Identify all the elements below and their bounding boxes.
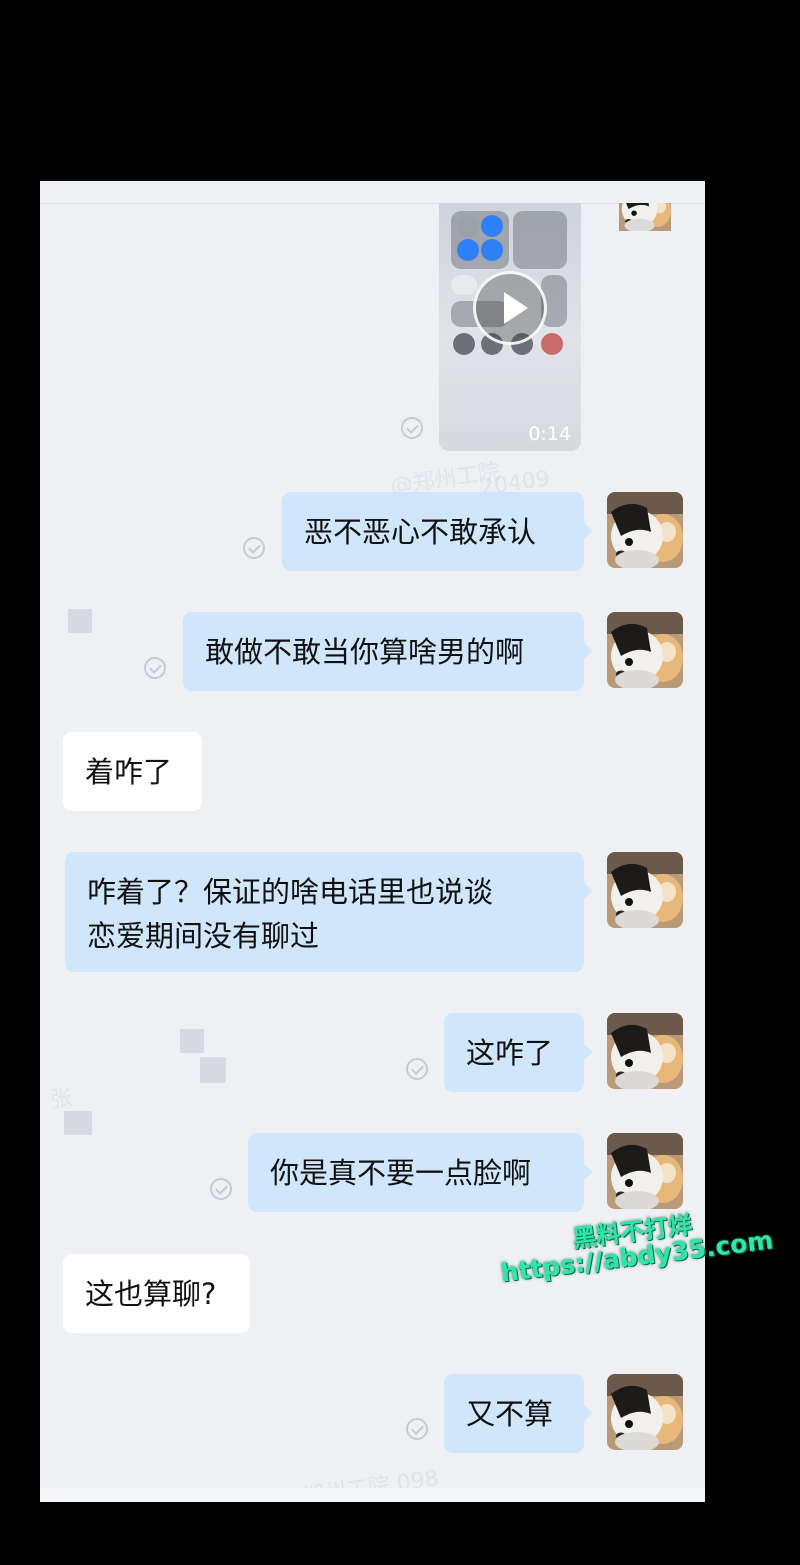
message-text: 这咋了: [466, 1035, 554, 1070]
cellular-icon: [481, 215, 503, 237]
message-bubble[interactable]: 这咋了: [444, 1013, 584, 1092]
avatar[interactable]: [607, 852, 683, 928]
bubble-tail: [584, 1044, 593, 1060]
message-bubble[interactable]: 敢做不敢当你算啥男的啊: [183, 612, 584, 691]
mosaic: [180, 1029, 204, 1053]
message-text: 着咋了: [85, 754, 173, 789]
avatar[interactable]: [607, 1013, 683, 1089]
message-bubble[interactable]: 咋着了？保证的啥电话里也说谈 恋爱期间没有聊过: [65, 852, 584, 972]
bluetooth-icon: [481, 239, 503, 261]
play-icon[interactable]: [473, 271, 547, 345]
bubble-tail: [584, 1164, 593, 1180]
message-text: 敢做不敢当你算啥男的啊: [205, 634, 525, 669]
read-receipt-icon: [401, 417, 423, 439]
read-receipt-icon: [243, 537, 265, 559]
message-text-line-2: 恋爱期间没有聊过: [87, 919, 320, 953]
record-tile: [451, 275, 477, 295]
avatar[interactable]: [607, 1374, 683, 1450]
read-receipt-icon: [144, 657, 166, 679]
chat-screen: @郑州工院 20409 张 @郑州工院 098 09 0:14 恶不恶心不敢承认…: [40, 181, 705, 1502]
message-text: 你是真不要一点脸啊: [270, 1155, 532, 1190]
avatar[interactable]: [607, 1133, 683, 1209]
bottom-bar: [40, 1488, 705, 1502]
watermark: 张: [48, 1085, 74, 1114]
message-bubble[interactable]: 你是真不要一点脸啊: [248, 1133, 584, 1212]
message-text: 恶不恶心不敢承认: [304, 514, 537, 549]
message-bubble[interactable]: 又不算: [444, 1374, 584, 1453]
video-message[interactable]: 0:14: [439, 203, 581, 451]
bubble-tail: [584, 883, 593, 899]
avatar[interactable]: [607, 492, 683, 568]
wifi-icon: [457, 239, 479, 261]
bubble-tail: [584, 643, 593, 659]
video-duration: 0:14: [528, 423, 571, 445]
message-bubble[interactable]: 着咋了: [63, 732, 202, 811]
message-text-line-1: 咋着了？保证的啥电话里也说谈: [87, 875, 494, 909]
mosaic: [68, 609, 92, 633]
media-tile: [513, 211, 567, 269]
avatar[interactable]: [607, 612, 683, 688]
bubble-tail: [584, 523, 593, 539]
flashlight-icon: [453, 333, 475, 355]
avatar[interactable]: [607, 203, 683, 255]
mosaic: [64, 1111, 92, 1135]
read-receipt-icon: [210, 1178, 232, 1200]
message-bubble[interactable]: 恶不恶心不敢承认: [282, 492, 584, 571]
bubble-tail: [584, 1405, 593, 1421]
camera-icon: [541, 333, 563, 355]
read-receipt-icon: [406, 1418, 428, 1440]
read-receipt-icon: [406, 1058, 428, 1080]
message-text: 又不算: [466, 1396, 554, 1431]
message-text: 这也算聊?: [85, 1276, 217, 1311]
airplane-icon: [457, 215, 479, 237]
message-bubble[interactable]: 这也算聊?: [63, 1254, 250, 1333]
mosaic: [200, 1057, 226, 1083]
top-divider: [40, 203, 705, 204]
